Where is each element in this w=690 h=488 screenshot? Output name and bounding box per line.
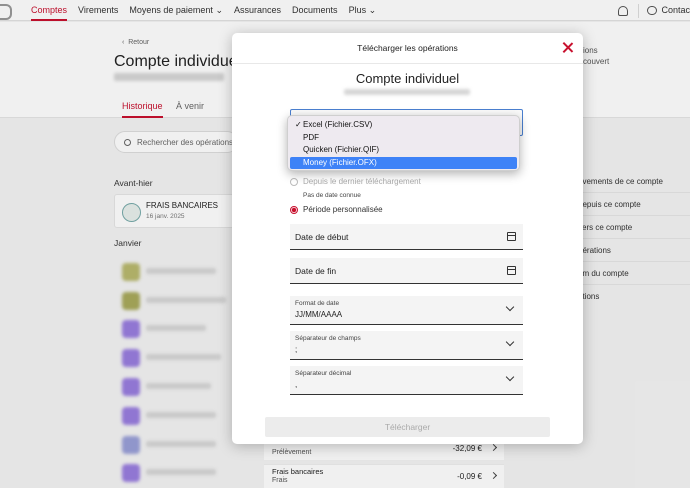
format-option-qif[interactable]: Quicken (Fichier.QIF) <box>290 144 517 157</box>
field-value: ; <box>295 345 298 354</box>
date-format-select[interactable]: Format de date JJ/MM/AAAA <box>290 296 523 325</box>
format-option-pdf[interactable]: PDF <box>290 132 517 145</box>
option-label: Quicken (Fichier.QIF) <box>303 145 380 154</box>
field-label: Format de date <box>295 300 340 307</box>
field-value: JJ/MM/AAAA <box>295 310 343 319</box>
account-number-blurred <box>344 89 470 95</box>
chevron-down-icon <box>505 337 515 347</box>
option-label: Excel (Fichier.CSV) <box>303 120 373 129</box>
chevron-down-icon <box>505 302 515 312</box>
radio-icon <box>290 205 298 214</box>
no-date-note: Pas de date connue <box>303 192 361 199</box>
file-format-dropdown: ✓Excel (Fichier.CSV) PDF Quicken (Fichie… <box>287 115 520 171</box>
close-icon[interactable] <box>562 42 573 53</box>
calendar-icon[interactable] <box>507 232 516 241</box>
field-label: Date de début <box>295 232 349 242</box>
chevron-down-icon <box>505 372 515 382</box>
start-date-field[interactable]: Date de début <box>290 224 523 250</box>
modal-title: Compte individuel <box>355 71 460 86</box>
radio-label: Depuis le dernier téléchargement <box>303 177 421 186</box>
calendar-icon[interactable] <box>507 266 516 275</box>
option-label: PDF <box>303 132 319 142</box>
checkmark-icon: ✓ <box>295 120 302 129</box>
radio-icon <box>290 177 298 186</box>
format-option-ofx[interactable]: Money (Fichier.OFX) <box>290 156 517 169</box>
download-button[interactable]: Télécharger <box>265 417 550 437</box>
radio-last-download[interactable]: Depuis le dernier téléchargement <box>290 177 421 186</box>
decimal-separator-select[interactable]: Séparateur décimal , <box>290 366 523 395</box>
modal-header: Télécharger les opérations <box>232 33 583 64</box>
radio-custom-period[interactable]: Période personnalisée <box>290 205 383 214</box>
field-label: Date de fin <box>295 266 337 276</box>
field-separator-select[interactable]: Séparateur de champs ; <box>290 331 523 360</box>
field-label: Séparateur de champs <box>295 335 361 342</box>
download-modal: Télécharger les opérations Compte indivi… <box>232 33 583 444</box>
format-option-csv[interactable]: ✓Excel (Fichier.CSV) <box>290 119 517 132</box>
radio-label: Période personnalisée <box>303 205 383 214</box>
field-value: , <box>295 380 298 389</box>
field-label: Séparateur décimal <box>295 370 352 377</box>
end-date-field[interactable]: Date de fin <box>290 258 523 284</box>
option-label: Money (Fichier.OFX) <box>303 157 377 167</box>
